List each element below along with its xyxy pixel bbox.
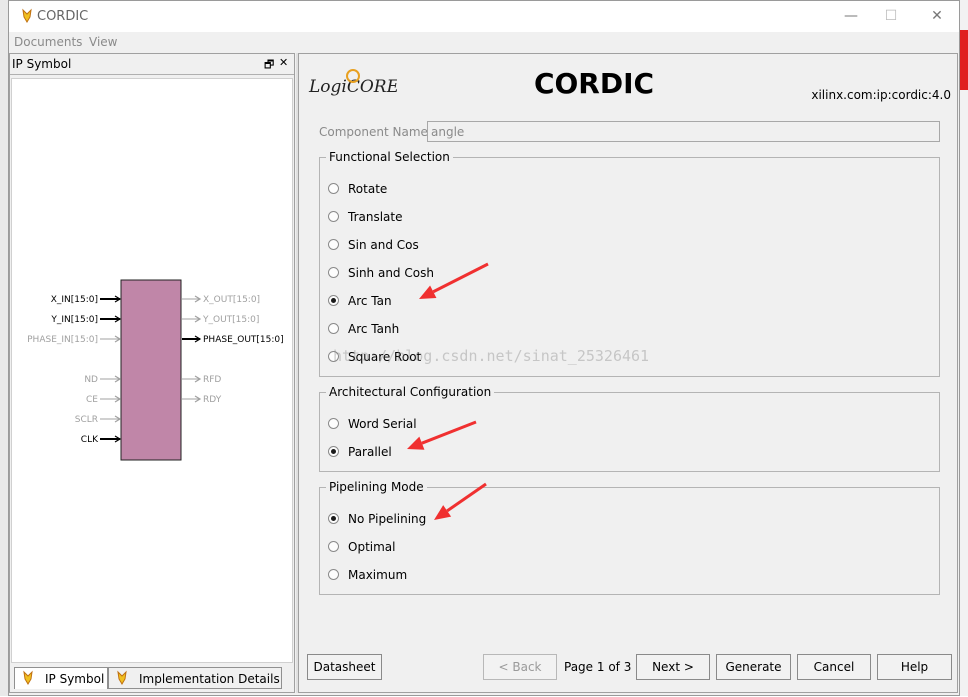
annotation-arrow-line bbox=[446, 482, 487, 513]
annotation-arrow-head bbox=[407, 436, 425, 450]
annotation-arrow-line bbox=[421, 420, 477, 445]
watermark: http://blog.csdn.net/sinat_25326461 bbox=[333, 347, 650, 365]
annotation-arrow-line bbox=[432, 262, 489, 294]
annotation-arrow-head bbox=[434, 505, 452, 520]
background-red-block bbox=[960, 30, 968, 90]
